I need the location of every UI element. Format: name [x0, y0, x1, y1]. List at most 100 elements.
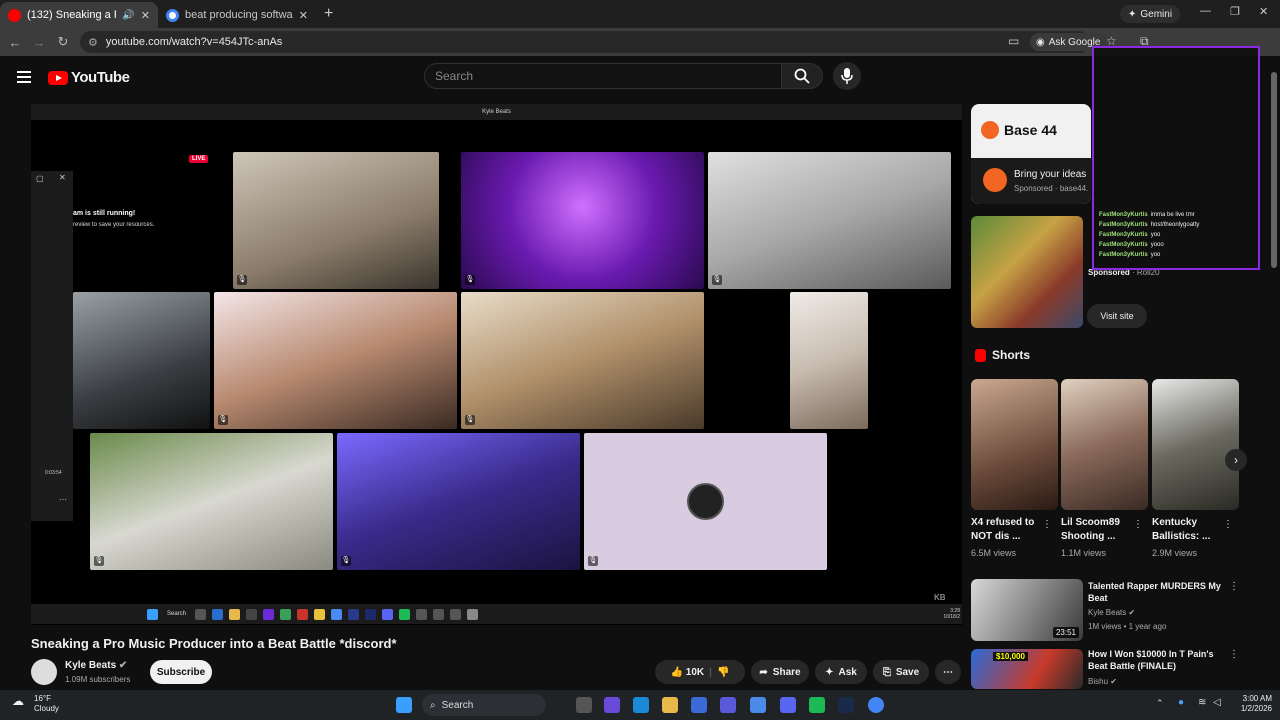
- tab-title: beat producing software - Goo: [185, 9, 293, 21]
- video-tile: 🎙: [90, 433, 333, 570]
- short-menu-icon[interactable]: ⋮: [1133, 519, 1143, 530]
- share-button[interactable]: ➦ Share: [751, 660, 809, 684]
- new-tab-icon[interactable]: +: [324, 5, 333, 23]
- url-field[interactable]: ⚙ youtube.com/watch?v=454JTc-anAs: [80, 31, 1090, 53]
- rec-menu-icon[interactable]: ⋮: [1229, 649, 1239, 660]
- like-button[interactable]: 👍 10K: [671, 667, 705, 678]
- site-info-icon[interactable]: ⚙: [88, 36, 98, 49]
- microphone-icon[interactable]: ●: [1178, 697, 1184, 708]
- ad-thumbnail[interactable]: [971, 216, 1083, 328]
- tab-google[interactable]: beat producing software - Goo ✕: [158, 2, 316, 28]
- ask-button[interactable]: ✦ Ask: [815, 660, 867, 684]
- rec-title[interactable]: Talented Rapper MURDERS My Beat: [1088, 580, 1223, 604]
- subscribe-button[interactable]: Subscribe: [150, 660, 212, 684]
- back-icon[interactable]: ←: [3, 35, 27, 50]
- minimize-icon[interactable]: —: [1200, 5, 1211, 17]
- app-icon: [365, 608, 377, 620]
- timer: 0:03:54: [45, 470, 62, 476]
- save-button[interactable]: ⎘ Save: [873, 660, 929, 684]
- share-icon: ➦: [759, 666, 768, 678]
- close-window-icon[interactable]: ✕: [1259, 5, 1268, 18]
- short-thumbnail[interactable]: [1152, 379, 1239, 510]
- rec-thumbnail[interactable]: $10,000: [971, 649, 1083, 689]
- speaker-icon[interactable]: 🔊: [122, 10, 134, 21]
- restore-icon[interactable]: ❐: [1230, 5, 1240, 18]
- lens-icon: ◉: [1036, 36, 1045, 48]
- reload-icon[interactable]: ↻: [51, 34, 75, 50]
- duration-badge: 23:51: [1052, 627, 1079, 638]
- video-player[interactable]: Kyle Beats LIVE am is still running! rev…: [31, 104, 962, 625]
- edge-icon[interactable]: [633, 697, 649, 713]
- shorts-icon: [975, 348, 986, 362]
- more-actions-button[interactable]: ⋯: [935, 660, 961, 684]
- short-title[interactable]: Kentucky Ballistics: ...: [1152, 516, 1232, 544]
- close-tab-icon[interactable]: ✕: [299, 9, 308, 22]
- steam-icon[interactable]: [838, 697, 854, 713]
- wifi-icon[interactable]: ≋: [1198, 697, 1206, 708]
- address-bar-row: ← → ↻ ⚙ youtube.com/watch?v=454JTc-anAs …: [0, 28, 1280, 56]
- gemini-button[interactable]: ✦ Gemini: [1120, 5, 1181, 23]
- ad-headline: Bring your ideas: [1014, 169, 1087, 180]
- thumbs-down-icon[interactable]: 👎: [717, 667, 729, 678]
- rec-menu-icon[interactable]: ⋮: [1229, 581, 1239, 592]
- mic-muted-icon: 🎙: [465, 415, 475, 425]
- short-title[interactable]: Lil Scoom89 Shooting ...: [1061, 516, 1141, 544]
- shorts-heading: Shorts: [975, 348, 1030, 362]
- rec-thumbnail[interactable]: 23:51: [971, 579, 1083, 641]
- channel-name[interactable]: Kyle Beats ✔: [65, 660, 127, 671]
- short-title[interactable]: X4 refused to NOT dis ...: [971, 516, 1051, 544]
- restore-icon[interactable]: ▢: [36, 174, 44, 183]
- store-icon[interactable]: [691, 697, 707, 713]
- rec-title[interactable]: How I Won $10000 In T Pain's Beat Battle…: [1088, 648, 1223, 672]
- windows-start-icon[interactable]: [396, 697, 412, 713]
- search-input[interactable]: Search: [424, 63, 782, 89]
- ad-brand: Base 44: [981, 121, 1057, 139]
- short-thumbnail[interactable]: [1061, 379, 1148, 510]
- task-view-icon[interactable]: [576, 697, 592, 713]
- visit-site-button[interactable]: Visit site: [1087, 304, 1147, 328]
- search-button[interactable]: [781, 63, 823, 89]
- forward-icon[interactable]: →: [27, 35, 51, 50]
- voice-search-button[interactable]: [833, 62, 861, 90]
- chrome-icon[interactable]: [868, 697, 884, 713]
- tab-youtube[interactable]: (132) Sneaking a Pro Music 🔊 ✕: [0, 2, 158, 28]
- close-icon[interactable]: ✕: [59, 173, 66, 182]
- menu-icon[interactable]: [17, 71, 31, 83]
- video-tile: 🎙: [337, 433, 580, 570]
- short-views: 6.5M views: [971, 548, 1017, 558]
- weather-icon: ☁: [12, 694, 24, 708]
- app-icon: [263, 608, 275, 620]
- video-tile: [73, 292, 210, 429]
- next-shorts-button[interactable]: ›: [1225, 449, 1247, 471]
- weather-widget[interactable]: 16°F Cloudy: [34, 694, 59, 714]
- taskbar-clock[interactable]: 3:00 AM 1/2/2026: [1232, 694, 1272, 714]
- taskbar-search[interactable]: ⌕ Search: [422, 694, 546, 716]
- scrollbar[interactable]: [1271, 72, 1277, 268]
- file-explorer-icon[interactable]: [662, 697, 678, 713]
- more-icon[interactable]: ⋯: [59, 495, 67, 504]
- close-tab-icon[interactable]: ✕: [141, 9, 150, 22]
- chevron-up-icon[interactable]: ⌃: [1156, 698, 1164, 709]
- teams-icon[interactable]: [720, 697, 736, 713]
- discord-icon[interactable]: [780, 697, 796, 713]
- chat-user: FastMon3yKurtis: [1099, 252, 1148, 258]
- ad-card-base44[interactable]: Base 44 Bring your ideas Sponsored · bas…: [971, 104, 1091, 204]
- volume-icon[interactable]: ◁: [1213, 697, 1221, 708]
- app-icon[interactable]: [809, 697, 825, 713]
- short-menu-icon[interactable]: ⋮: [1042, 519, 1052, 530]
- tab-title: (132) Sneaking a Pro Music: [27, 9, 116, 21]
- chrome-icon: [331, 608, 343, 620]
- youtube-logo[interactable]: YouTube: [48, 69, 130, 86]
- chat-user: FastMon3yKurtis: [1099, 232, 1148, 238]
- subscriber-count: 1.09M subscribers: [65, 675, 131, 684]
- copilot-icon[interactable]: [604, 697, 620, 713]
- chat-message: FastMon3yKurtis yooo: [1099, 242, 1164, 248]
- short-thumbnail[interactable]: [971, 379, 1058, 510]
- short-menu-icon[interactable]: ⋮: [1223, 519, 1233, 530]
- watermark: KB: [934, 593, 946, 602]
- ad-avatar: [983, 168, 1007, 192]
- mail-icon[interactable]: [750, 697, 766, 713]
- channel-avatar[interactable]: [31, 659, 57, 685]
- rec-channel-text: Bishu: [1088, 677, 1109, 686]
- cast-icon[interactable]: ▭: [1008, 34, 1019, 48]
